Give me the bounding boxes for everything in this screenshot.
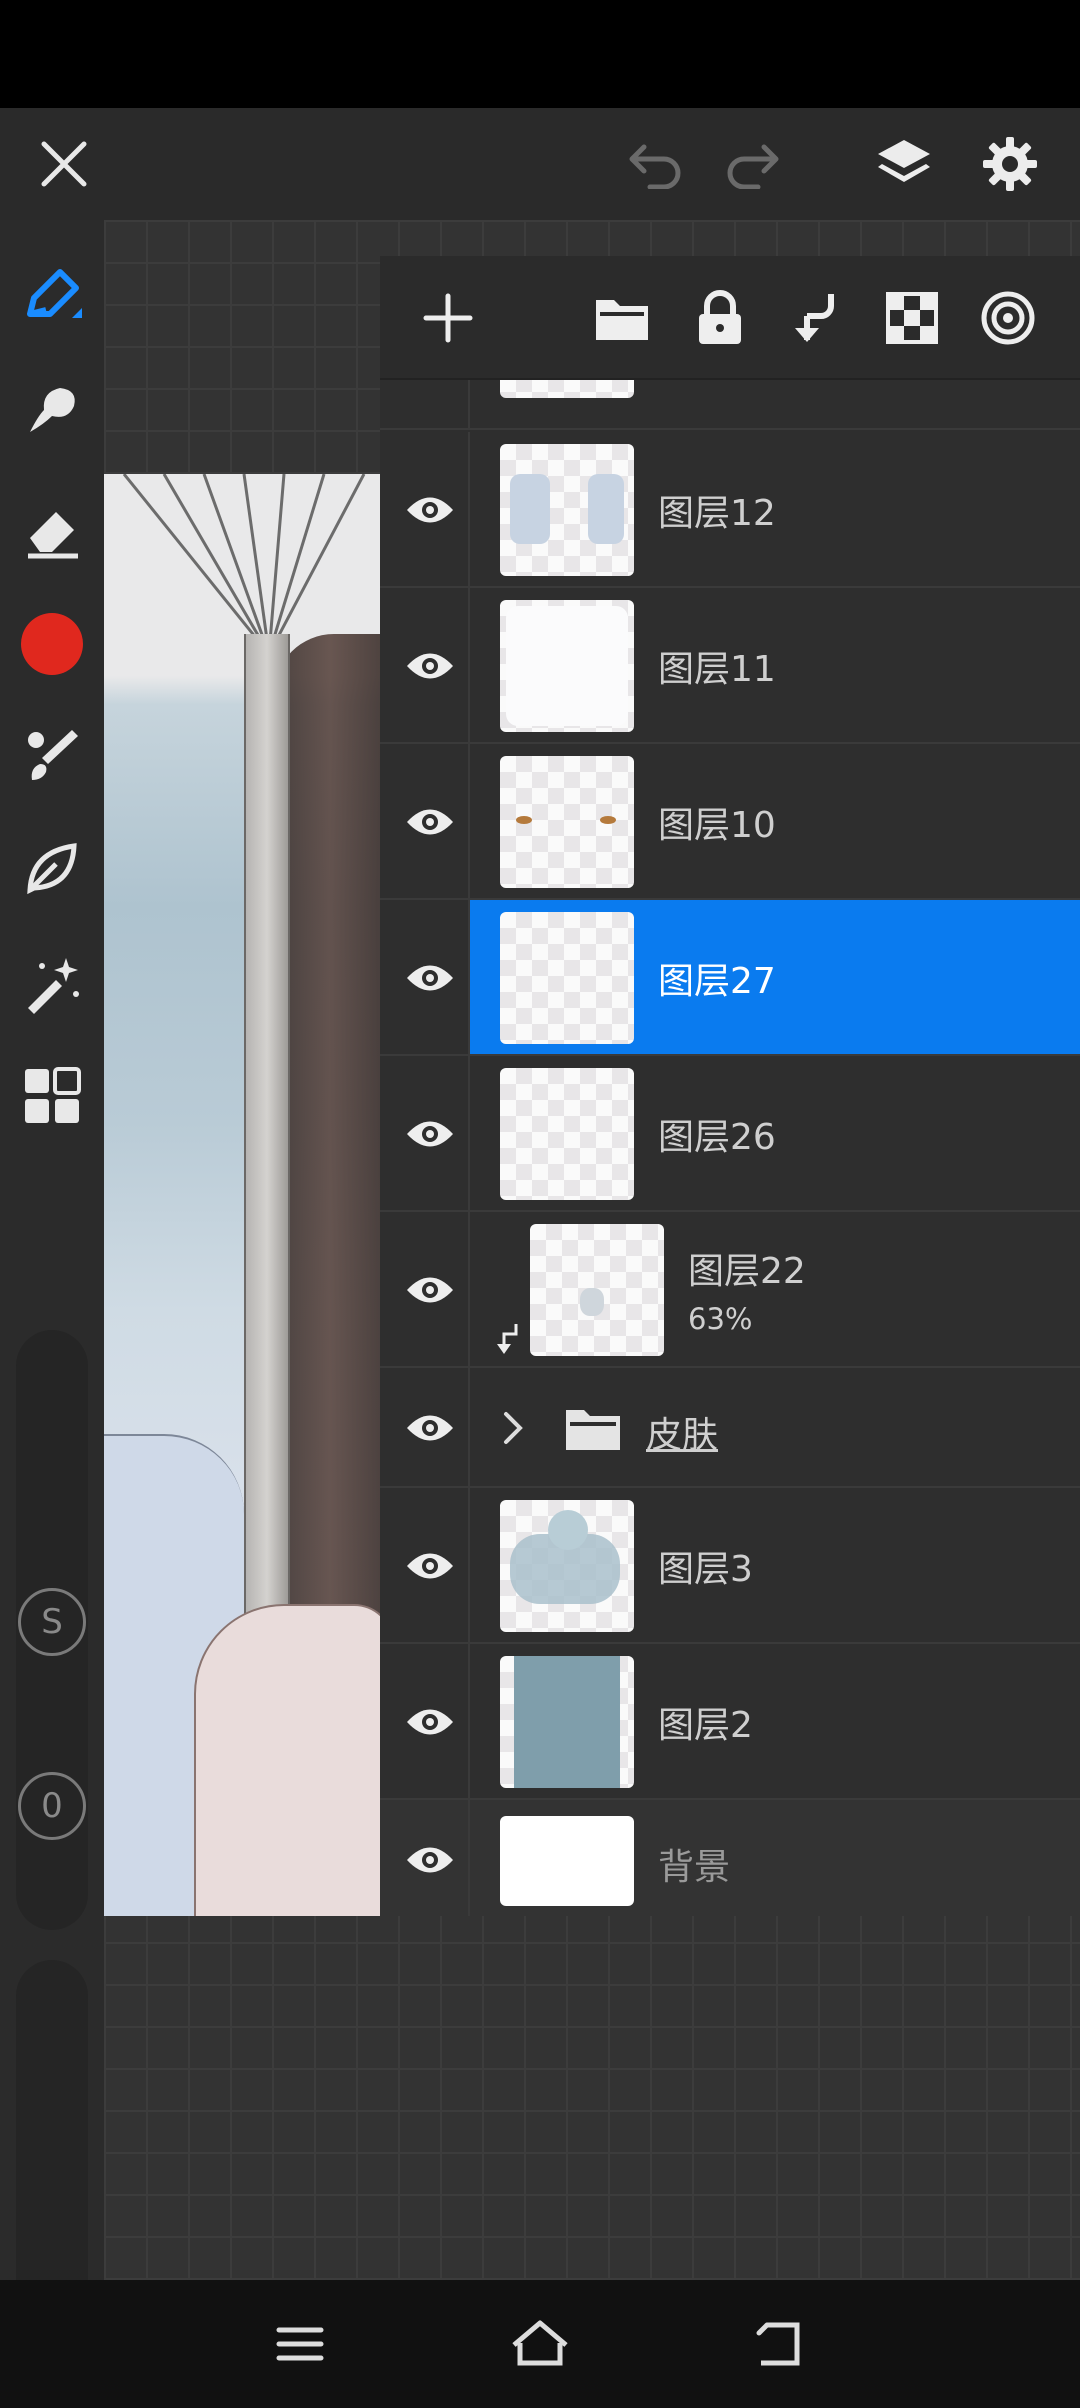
top-bar	[0, 108, 1080, 220]
blend-mode-icon[interactable]	[972, 282, 1044, 354]
layer-row[interactable]: 图层11	[380, 588, 1080, 744]
layer-row-clipped[interactable]: 图层22 63%	[380, 1212, 1080, 1368]
brush-tool-icon[interactable]	[14, 716, 90, 792]
layers-panel: 图层12 图层11 图层10 图层27 图层26 图层22 63% 皮肤 图层3…	[380, 256, 1080, 1916]
layer-row[interactable]: 图层10	[380, 744, 1080, 900]
layer-thumbnail	[530, 1224, 664, 1356]
color-swatch[interactable]	[14, 606, 90, 682]
folder-icon[interactable]	[586, 282, 658, 354]
layer-name: 图层3	[658, 1549, 753, 1590]
home-icon[interactable]	[502, 2306, 578, 2382]
visibility-eye-icon[interactable]	[394, 1104, 466, 1164]
status-bar	[0, 0, 1080, 108]
layer-name: 图层2	[658, 1705, 753, 1746]
layer-list[interactable]: 图层12 图层11 图层10 图层27 图层26 图层22 63% 皮肤 图层3…	[380, 380, 1080, 1916]
magic-wand-icon[interactable]	[14, 946, 90, 1022]
layer-thumbnail	[500, 444, 634, 576]
chevron-right-icon[interactable]	[502, 1410, 524, 1450]
visibility-eye-icon[interactable]	[394, 948, 466, 1008]
layer-row[interactable]: 图层3	[380, 1488, 1080, 1644]
leaf-tool-icon[interactable]	[14, 830, 90, 906]
left-toolbar: S 0	[0, 220, 104, 2360]
brush-size-knob[interactable]: S	[18, 1588, 86, 1656]
clip-arrow-icon	[494, 1322, 520, 1360]
visibility-eye-icon[interactable]	[394, 1536, 466, 1596]
layer-thumbnail	[500, 600, 634, 732]
layer-opacity: 63%	[688, 1302, 753, 1336]
background-layer-row[interactable]: 背景	[380, 1800, 1080, 1916]
group-name: 皮肤	[646, 1415, 719, 1456]
visibility-eye-icon[interactable]	[394, 1260, 466, 1320]
layers-toolbar	[380, 256, 1080, 380]
layer-row-partial	[380, 380, 1080, 430]
visibility-eye-icon[interactable]	[394, 636, 466, 696]
opacity-knob[interactable]: 0	[18, 1772, 86, 1840]
layer-thumbnail	[500, 1656, 634, 1788]
visibility-eye-icon[interactable]	[394, 792, 466, 852]
layer-thumbnail	[500, 756, 634, 888]
clip-mask-icon[interactable]	[780, 282, 852, 354]
visibility-eye-icon[interactable]	[394, 1692, 466, 1752]
layer-name: 图层12	[658, 493, 776, 534]
layer-row[interactable]: 图层12	[380, 432, 1080, 588]
layer-row-selected[interactable]: 图层27	[380, 900, 1080, 1056]
undo-icon[interactable]	[618, 126, 694, 202]
eraser-tool-icon[interactable]	[14, 492, 90, 568]
folder-icon	[564, 1404, 622, 1456]
pen-tool-icon[interactable]	[14, 258, 90, 334]
close-icon[interactable]	[26, 126, 102, 202]
hand	[194, 1604, 380, 1916]
visibility-eye-icon[interactable]	[394, 1830, 466, 1890]
transparency-icon[interactable]	[876, 282, 948, 354]
layer-thumbnail	[500, 1816, 634, 1906]
redo-icon[interactable]	[714, 126, 790, 202]
back-icon[interactable]	[742, 2306, 818, 2382]
layer-thumbnail	[500, 912, 634, 1044]
lock-icon[interactable]	[684, 282, 756, 354]
system-nav-bar	[0, 2280, 1080, 2408]
menu-icon[interactable]	[262, 2306, 338, 2382]
layer-name: 图层27	[658, 961, 776, 1002]
layer-name: 图层22	[688, 1251, 806, 1292]
visibility-eye-icon[interactable]	[394, 1398, 466, 1458]
grid-menu-icon[interactable]	[14, 1058, 90, 1134]
layer-thumbnail	[500, 1500, 634, 1632]
layer-thumbnail	[500, 1068, 634, 1200]
layer-name: 背景	[658, 1847, 731, 1888]
layer-name: 图层10	[658, 805, 776, 846]
layer-group-row[interactable]: 皮肤	[380, 1368, 1080, 1488]
artwork-canvas[interactable]	[104, 474, 380, 1916]
layer-thumbnail	[500, 380, 634, 398]
layer-row[interactable]: 图层26	[380, 1056, 1080, 1212]
add-layer-icon[interactable]	[412, 282, 484, 354]
smudge-tool-icon[interactable]	[14, 372, 90, 448]
layer-row[interactable]: 图层2	[380, 1644, 1080, 1800]
gear-icon[interactable]	[972, 126, 1048, 202]
layer-name: 图层26	[658, 1117, 776, 1158]
layer-name: 图层11	[658, 649, 776, 690]
layers-icon[interactable]	[866, 126, 942, 202]
visibility-eye-icon[interactable]	[394, 480, 466, 540]
